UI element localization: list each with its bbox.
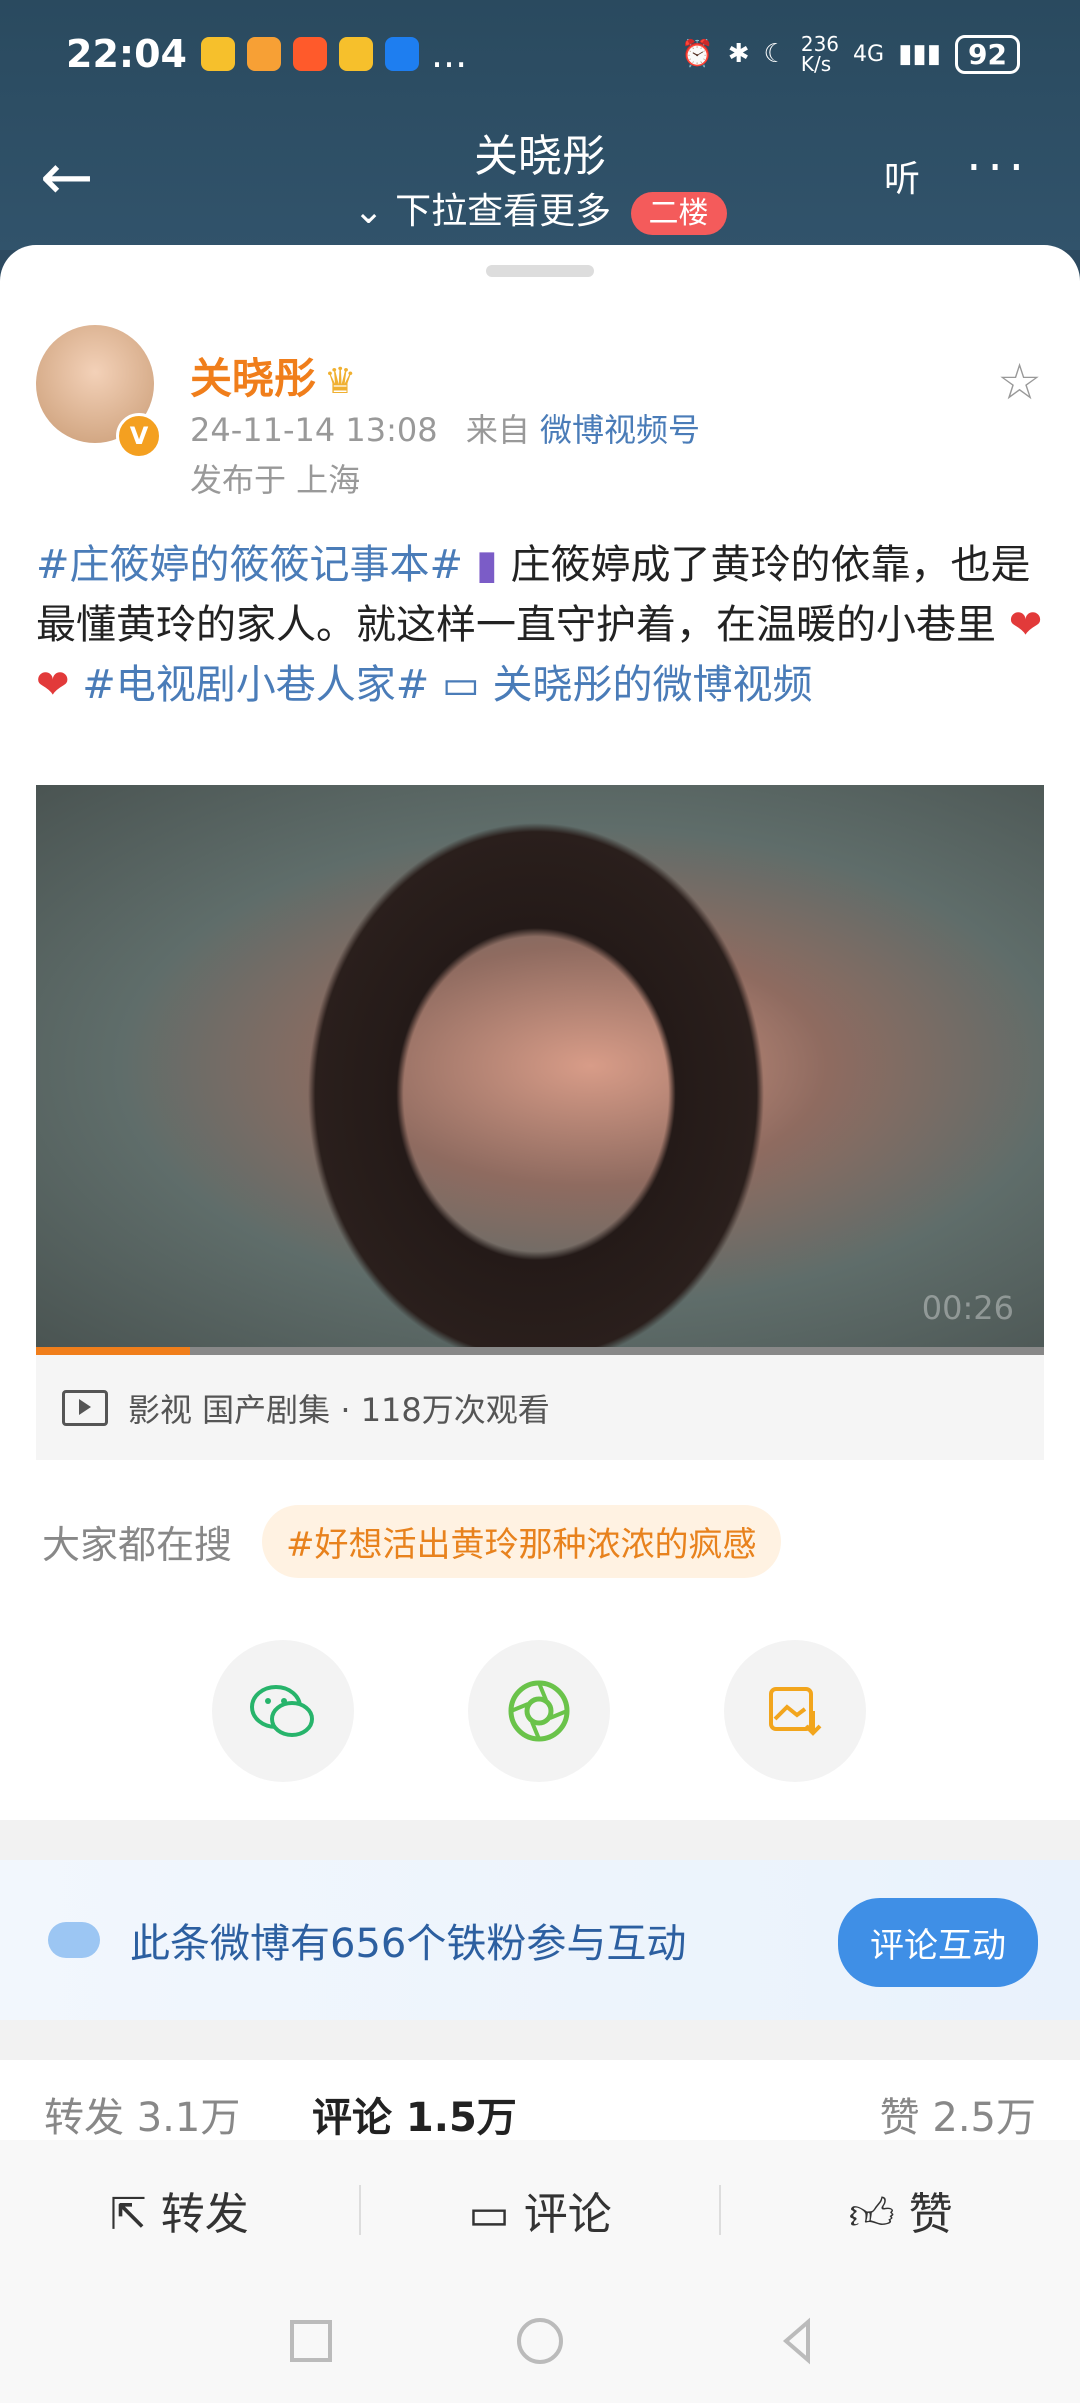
pull-down-label: 下拉查看更多 (395, 191, 612, 232)
video-duration: 00:26 (921, 1289, 1014, 1327)
wechat-share-button[interactable] (212, 1640, 354, 1782)
repost-button[interactable]: ⇱ 转发 (0, 2178, 359, 2242)
video-link[interactable]: 关晓彤的微博视频 (493, 662, 813, 708)
qq-app-icon (384, 37, 419, 71)
system-navigation-bar (0, 2280, 1080, 2403)
home-circle-icon (517, 2318, 563, 2364)
drag-handle[interactable] (486, 265, 594, 277)
trending-search: 大家都在搜 #好想活出黄玲那种浓浓的疯感 (42, 1505, 781, 1578)
action-bar: ⇱ 转发 ▭ 评论 👍︎ 赞 (0, 2140, 1080, 2280)
network-speed: 236 K/s (800, 32, 840, 76)
system-nav-icons (290, 2317, 810, 2365)
post-sheet: V 关晓彤 ♛ 24-11-14 13:08 来自 微博视频号 发布于 上海 ☆ … (0, 245, 1080, 2403)
like-button[interactable]: 👍︎ 赞 (721, 2178, 1080, 2242)
back-triangle-icon (782, 2317, 810, 2365)
author-name[interactable]: 关晓彤 ♛ (190, 345, 356, 406)
chevron-down-icon: ⌄ (353, 191, 384, 232)
more-options-icon[interactable]: ··· (966, 140, 1030, 196)
post-datetime: 24-11-14 13:08 (190, 411, 438, 449)
notes-app-icon (246, 37, 281, 71)
verified-v-icon: V (116, 413, 162, 459)
battery-indicator: 92 (955, 34, 1020, 74)
video-info-text: 影视 国产剧集 · 118万次观看 (128, 1390, 550, 1429)
post-text: #庄筱婷的筱筱记事本# ▮ 庄筱婷成了黄玲的依靠，也是最懂黄玲的家人。就这样一直… (36, 535, 1046, 715)
post-location: 发布于 上海 (190, 461, 361, 499)
comment-count-tab[interactable]: 评论 1.5万 (312, 2085, 517, 2143)
signal-icon: ▮▮▮ (898, 39, 942, 69)
trending-topic-pill[interactable]: #好想活出黄玲那种浓浓的疯感 (262, 1505, 781, 1578)
comment-label: 评论 (523, 2189, 612, 2240)
wechat-icon (250, 1685, 314, 1737)
status-time: 22:04 (66, 32, 187, 76)
comment-bubble-icon: ▭ (468, 2189, 524, 2240)
trending-label: 大家都在搜 (42, 1523, 233, 1567)
more-notifications-icon: ... (430, 32, 468, 76)
weibo-app-icon (200, 37, 235, 71)
fans-icon (48, 1922, 100, 1958)
fans-interaction-text: 此条微博有656个铁粉参与互动 (130, 1921, 687, 1967)
taobao-app-icon (292, 37, 327, 71)
navigation-bar: ← 关晓彤 ⌄ 下拉查看更多 二楼 听 ··· (0, 120, 1080, 240)
video-camera-icon: ▭ (441, 662, 480, 708)
thumbs-up-icon: 👍︎ (848, 2189, 909, 2240)
do-not-disturb-icon: ☾ (763, 39, 787, 69)
share-out-icon: ⇱ (109, 2189, 161, 2240)
section-divider (0, 2020, 1080, 2060)
repost-count-tab[interactable]: 转发 3.1万 (44, 2085, 240, 2143)
listen-headphones-icon[interactable]: 听 (884, 150, 920, 202)
video-frame (276, 785, 796, 1347)
notebook-icon: ▮ (475, 542, 498, 588)
like-count-tab[interactable]: 赞 2.5万 (880, 2085, 1036, 2143)
post-meta: 24-11-14 13:08 来自 微博视频号 (190, 405, 700, 451)
repost-label: 转发 (160, 2189, 249, 2240)
crown-icon: ♛ (324, 361, 357, 402)
from-label: 来自 (465, 411, 530, 449)
video-player[interactable]: 00:26 (36, 785, 1044, 1347)
video-play-icon (62, 1389, 108, 1426)
save-image-button[interactable] (724, 1640, 866, 1782)
top-bar: 22:04 ... ⏰ ✱ ☾ 236 K/s 4G ▮▮▮ 92 ← 关晓彤 … (0, 0, 1080, 250)
comment-interact-button[interactable]: 评论互动 (838, 1898, 1038, 1987)
fans-interaction-banner: 此条微博有656个铁粉参与互动 评论互动 (0, 1860, 1080, 2020)
post-source-link[interactable]: 微博视频号 (540, 411, 700, 449)
share-row (0, 1640, 1080, 1790)
status-bar: 22:04 ... ⏰ ✱ ☾ 236 K/s 4G ▮▮▮ 92 (66, 30, 1020, 78)
moments-aperture-icon (508, 1680, 570, 1742)
save-image-icon (769, 1687, 822, 1736)
hashtag-link[interactable]: #庄筱婷的筱筱记事本# (36, 542, 463, 588)
video-progress-bar[interactable] (36, 1347, 1044, 1355)
comment-button[interactable]: ▭ 评论 (361, 2178, 720, 2242)
alarm-icon: ⏰ (681, 39, 714, 69)
moments-share-button[interactable] (468, 1640, 610, 1782)
like-label: 赞 (908, 2189, 953, 2240)
second-floor-badge: 二楼 (630, 192, 727, 235)
author-name-label: 关晓彤 (190, 354, 317, 403)
hashtag-link[interactable]: #电视剧小巷人家# (82, 662, 429, 708)
network-type: 4G (853, 41, 885, 67)
video-info[interactable]: 影视 国产剧集 · 118万次观看 (36, 1355, 1044, 1460)
section-divider (0, 1820, 1080, 1860)
weibo-app-icon (338, 37, 373, 71)
bluetooth-icon: ✱ (727, 39, 750, 69)
video-progress-fill (36, 1347, 191, 1355)
recents-square-icon (290, 2320, 332, 2362)
favorite-star-icon[interactable]: ☆ (997, 353, 1042, 411)
